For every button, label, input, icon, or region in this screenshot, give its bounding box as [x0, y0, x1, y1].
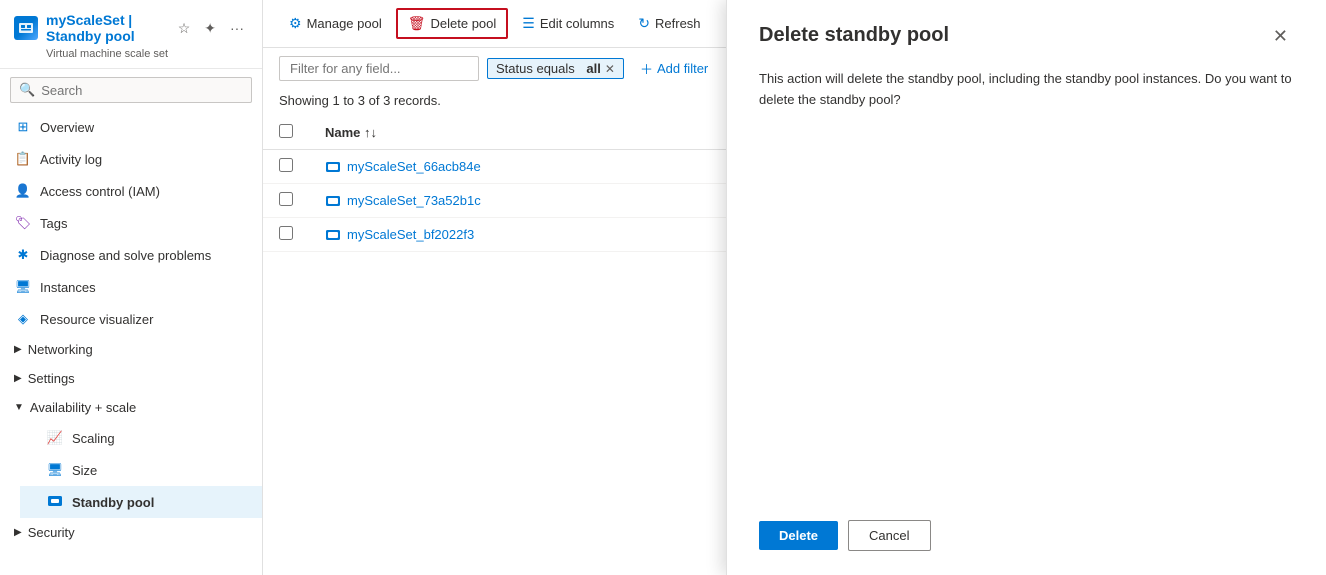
sidebar-item-label: Tags: [40, 216, 67, 231]
favorite-icon[interactable]: ☆: [174, 18, 195, 39]
sidebar-item-label: Scaling: [72, 431, 115, 446]
dialog-body-text: This action will delete the standby pool…: [759, 69, 1294, 111]
row-checkbox[interactable]: [279, 158, 293, 172]
sidebar-item-label: Overview: [40, 120, 94, 135]
dialog-title: Delete standby pool: [759, 24, 949, 47]
table-header-checkbox: [263, 116, 309, 150]
confirm-delete-button[interactable]: Delete: [759, 521, 838, 550]
star-icon[interactable]: ✦: [200, 18, 220, 39]
filter-tag-status: Status equals all ✕: [487, 58, 624, 79]
dialog-body: This action will delete the standby pool…: [759, 69, 1294, 500]
size-icon: 🖥: [46, 461, 64, 479]
cancel-button[interactable]: Cancel: [848, 520, 930, 551]
search-box[interactable]: 🔍: [10, 77, 252, 103]
delete-pool-button[interactable]: 🗑 Delete pool: [396, 8, 509, 39]
sidebar-item-activity-log[interactable]: 📋 Activity log: [0, 143, 262, 175]
sidebar-item-diagnose[interactable]: ✱ Diagnose and solve problems: [0, 239, 262, 271]
manage-pool-button[interactable]: ⚙ Manage pool: [279, 10, 392, 37]
sidebar-group-networking[interactable]: ▶ Networking: [0, 335, 262, 364]
sidebar-item-iam[interactable]: 👤 Access control (IAM): [0, 175, 262, 207]
sidebar-header: myScaleSet | Standby pool ☆ ✦ ··· Virtua…: [0, 0, 262, 69]
filter-input[interactable]: [279, 56, 479, 81]
filter-tag-close[interactable]: ✕: [605, 62, 615, 76]
brand-actions: ☆ ✦ ···: [174, 18, 248, 39]
dialog-close-button[interactable]: ✕: [1267, 24, 1294, 49]
row-checkbox[interactable]: [279, 192, 293, 206]
sidebar-item-label: Diagnose and solve problems: [40, 248, 211, 263]
sidebar-item-label: Resource visualizer: [40, 312, 153, 327]
overview-icon: ⊞: [14, 118, 32, 136]
sidebar-item-size[interactable]: 🖥 Size: [20, 454, 262, 486]
sidebar: myScaleSet | Standby pool ☆ ✦ ··· Virtua…: [0, 0, 263, 575]
sidebar-item-label: Standby pool: [72, 495, 154, 510]
select-all-checkbox[interactable]: [279, 124, 293, 138]
sidebar-group-label: Security: [28, 525, 75, 540]
resource-type: Virtual machine scale set: [46, 48, 248, 60]
standby-pool-icon: [46, 493, 64, 511]
search-icon: 🔍: [19, 82, 35, 98]
sidebar-item-tags[interactable]: 🏷 Tags: [0, 207, 262, 239]
brand-separator: |: [128, 12, 132, 28]
sidebar-item-overview[interactable]: ⊞ Overview: [0, 111, 262, 143]
availability-scale-children: 📈 Scaling 🖥 Size Standby pool: [0, 422, 262, 518]
edit-columns-label: Edit columns: [540, 16, 614, 31]
scaling-icon: 📈: [46, 429, 64, 447]
search-input[interactable]: [41, 83, 243, 98]
sidebar-item-scaling[interactable]: 📈 Scaling: [20, 422, 262, 454]
add-filter-icon: ＋: [640, 59, 653, 78]
sidebar-item-resource-visualizer[interactable]: ◈ Resource visualizer: [0, 303, 262, 335]
resource-vis-icon: ◈: [14, 310, 32, 328]
sidebar-group-label: Networking: [28, 342, 93, 357]
chevron-down-icon: ▼: [14, 402, 24, 413]
sidebar-group-settings[interactable]: ▶ Settings: [0, 364, 262, 393]
more-icon[interactable]: ···: [226, 18, 248, 38]
delete-pool-icon: 🗑: [408, 15, 426, 32]
tags-icon: 🏷: [14, 214, 32, 232]
chevron-right-icon: ▶: [14, 527, 22, 538]
chevron-right-icon: ▶: [14, 373, 22, 384]
sidebar-nav: ⊞ Overview 📋 Activity log 👤 Access contr…: [0, 111, 262, 575]
delete-pool-label: Delete pool: [431, 16, 497, 31]
refresh-icon: ↻: [638, 15, 650, 32]
sidebar-group-label: Availability + scale: [30, 400, 136, 415]
dialog-footer: Delete Cancel: [759, 500, 1294, 551]
row-checkbox-cell: [263, 218, 309, 252]
brand-name: myScaleSet: [46, 12, 125, 28]
edit-columns-button[interactable]: ☰ Edit columns: [512, 10, 624, 37]
sidebar-group-label: Settings: [28, 371, 75, 386]
delete-dialog: Delete standby pool ✕ This action will d…: [726, 0, 1326, 575]
sidebar-item-label: Activity log: [40, 152, 102, 167]
sidebar-item-label: Instances: [40, 280, 96, 295]
sidebar-item-label: Access control (IAM): [40, 184, 160, 199]
manage-pool-icon: ⚙: [289, 15, 302, 32]
sidebar-item-standby-pool[interactable]: Standby pool: [20, 486, 262, 518]
manage-pool-label: Manage pool: [307, 16, 382, 31]
filter-tag-label: Status equals: [496, 61, 575, 76]
filter-tag-value: all: [586, 61, 600, 76]
row-checkbox-cell: [263, 184, 309, 218]
brand-icon: [14, 16, 38, 40]
chevron-right-icon: ▶: [14, 344, 22, 355]
add-filter-button[interactable]: ＋ Add filter: [632, 56, 716, 81]
sidebar-item-label: Size: [72, 463, 97, 478]
activity-log-icon: 📋: [14, 150, 32, 168]
row-checkbox[interactable]: [279, 226, 293, 240]
edit-columns-icon: ☰: [522, 15, 535, 32]
sidebar-item-instances[interactable]: 🖥 Instances: [0, 271, 262, 303]
refresh-button[interactable]: ↻ Refresh: [628, 10, 710, 37]
dialog-header: Delete standby pool ✕: [759, 24, 1294, 49]
refresh-label: Refresh: [655, 16, 701, 31]
add-filter-label: Add filter: [657, 61, 708, 76]
brand-text: myScaleSet | Standby pool: [46, 12, 166, 44]
brand-row: myScaleSet | Standby pool ☆ ✦ ···: [14, 12, 248, 44]
sidebar-group-security[interactable]: ▶ Security: [0, 518, 262, 547]
row-checkbox-cell: [263, 150, 309, 184]
iam-icon: 👤: [14, 182, 32, 200]
sidebar-group-availability-scale[interactable]: ▼ Availability + scale: [0, 393, 262, 422]
instances-icon: 🖥: [14, 278, 32, 296]
diagnose-icon: ✱: [14, 246, 32, 264]
brand-subtitle: Standby pool: [46, 28, 135, 44]
